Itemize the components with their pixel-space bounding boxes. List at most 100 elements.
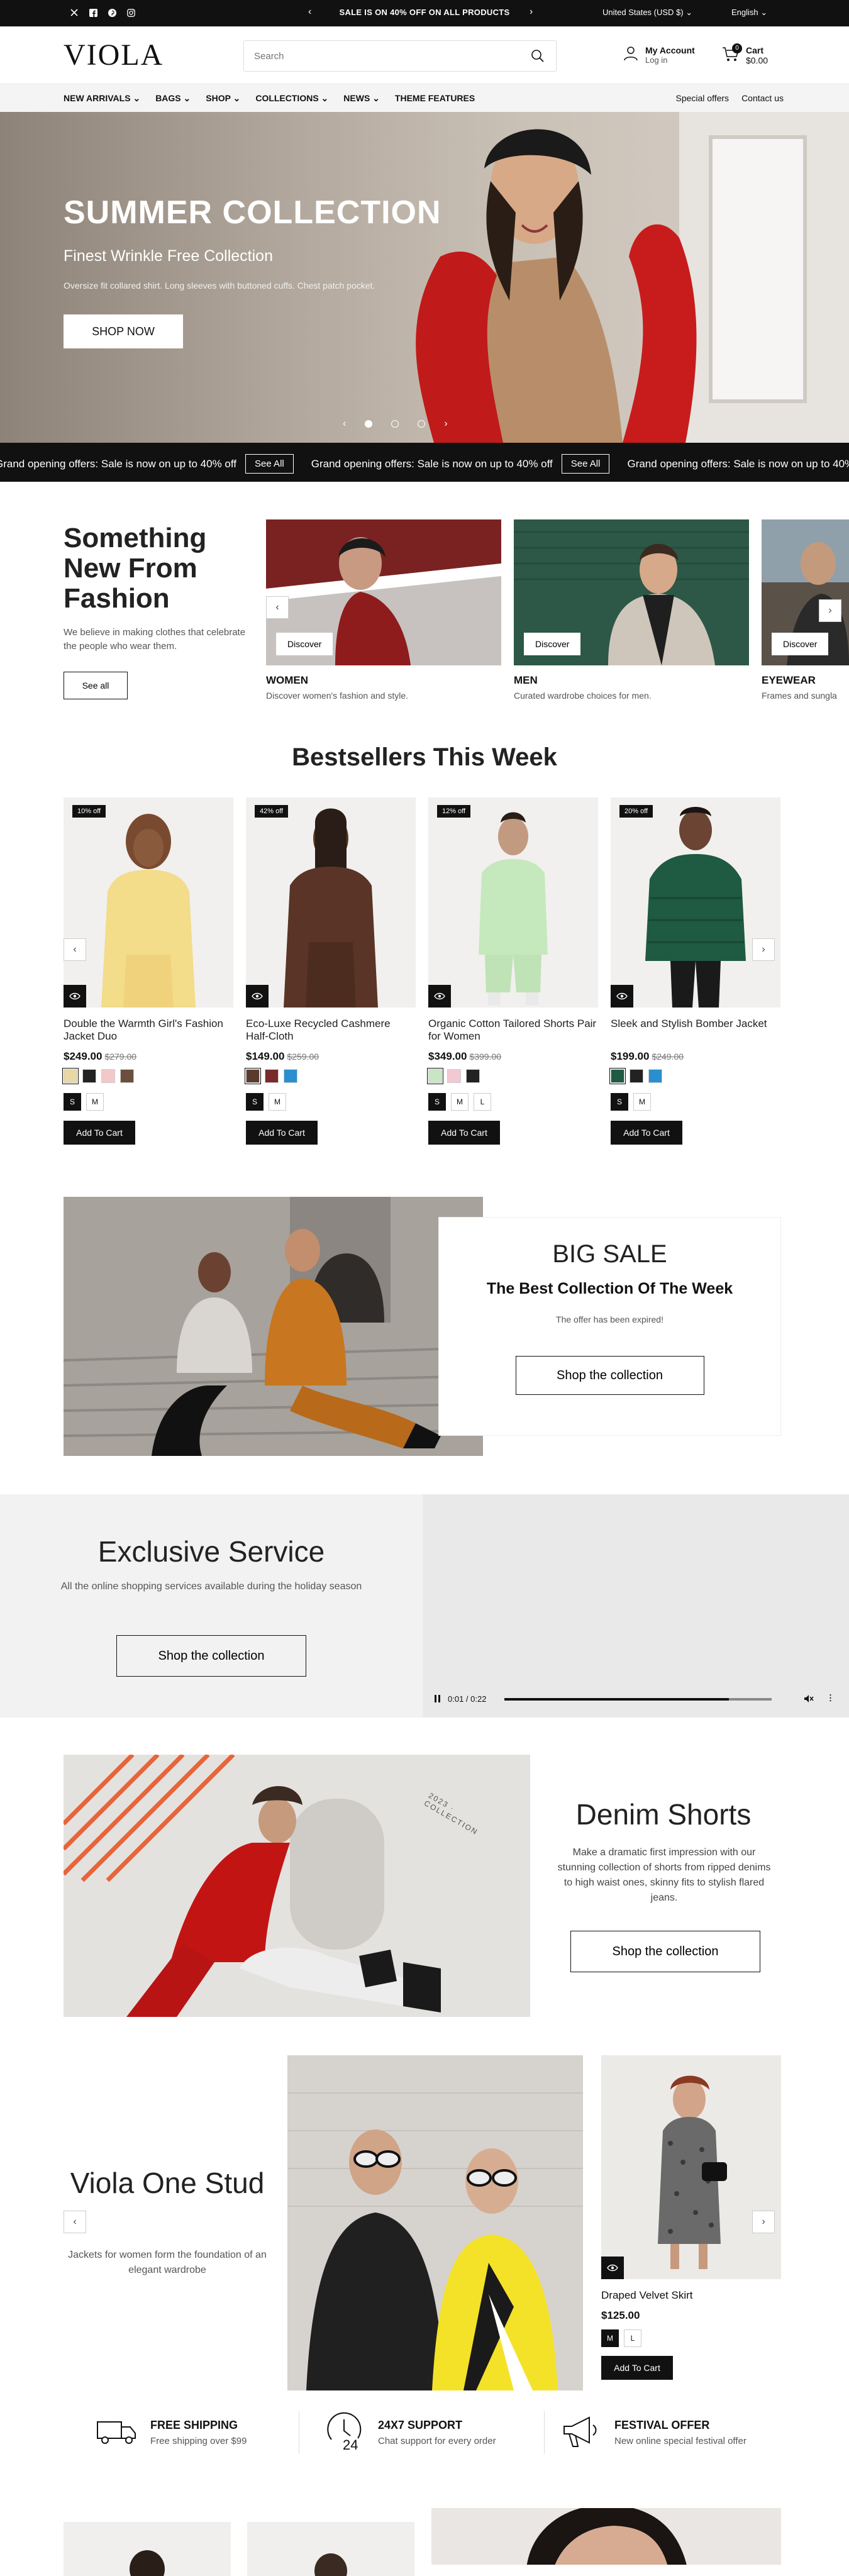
size-option[interactable]: S: [611, 1093, 628, 1111]
add-to-cart-button[interactable]: Add To Cart: [611, 1121, 682, 1145]
color-swatch[interactable]: [265, 1069, 279, 1083]
product-name[interactable]: Sleek and Stylish Bomber Jacket: [611, 1018, 780, 1044]
quick-view-icon[interactable]: [64, 985, 86, 1008]
color-swatch[interactable]: [447, 1069, 461, 1083]
size-option[interactable]: S: [64, 1093, 81, 1111]
size-option[interactable]: M: [269, 1093, 286, 1111]
instagram-icon[interactable]: [126, 8, 136, 18]
facebook-icon[interactable]: [88, 8, 98, 18]
nav-special-offers[interactable]: Special offers: [675, 93, 729, 103]
add-to-cart-button[interactable]: Add To Cart: [246, 1121, 318, 1145]
nav-item-bags[interactable]: BAGS ⌄: [155, 93, 191, 104]
color-swatch[interactable]: [284, 1069, 297, 1083]
promo-prev-icon[interactable]: ‹: [308, 6, 311, 18]
size-option[interactable]: M: [451, 1093, 469, 1111]
size-option[interactable]: M: [86, 1093, 104, 1111]
nav-item-news[interactable]: NEWS ⌄: [343, 93, 380, 104]
account-link[interactable]: My Account Log in: [623, 45, 695, 65]
add-to-cart-button[interactable]: Add To Cart: [428, 1121, 500, 1145]
language-selector[interactable]: English ⌄: [731, 8, 767, 18]
slider-dot[interactable]: [365, 420, 373, 428]
search-input[interactable]: [244, 41, 508, 71]
shop-collection-button[interactable]: Shop the collection: [570, 1931, 760, 1972]
product-card[interactable]: 12% off Organic Cotton Tailored Shorts P…: [427, 797, 598, 1145]
product-name[interactable]: Double the Warmth Girl's Fashion Jacket …: [64, 1018, 233, 1044]
color-swatch[interactable]: [630, 1069, 643, 1083]
category-card-men[interactable]: Discover MEN Curated wardrobe choices fo…: [514, 519, 749, 701]
product-name[interactable]: Organic Cotton Tailored Shorts Pair for …: [428, 1018, 598, 1044]
search-icon[interactable]: [531, 49, 545, 66]
discover-button[interactable]: Discover: [276, 633, 333, 655]
product-image[interactable]: 10% off: [64, 797, 233, 1008]
product-image[interactable]: [601, 2055, 781, 2279]
size-option[interactable]: L: [474, 1093, 491, 1111]
quick-view-icon[interactable]: [611, 985, 633, 1008]
color-swatch[interactable]: [101, 1069, 115, 1083]
slider-prev-icon[interactable]: ‹: [343, 418, 346, 430]
product-name[interactable]: Eco-Luxe Recycled Cashmere Half-Cloth: [246, 1018, 416, 1044]
product-image[interactable]: 12% off: [428, 797, 598, 1008]
mute-icon[interactable]: [804, 1694, 814, 1705]
product-card[interactable]: 42% off Eco-Luxe Recycled Cashmere Half-…: [245, 797, 416, 1145]
quick-view-icon[interactable]: [601, 2257, 624, 2279]
video-progress[interactable]: [504, 1698, 772, 1701]
pinterest-icon[interactable]: [107, 8, 117, 18]
color-swatch[interactable]: [466, 1069, 480, 1083]
nav-contact-us[interactable]: Contact us: [741, 93, 784, 103]
size-option[interactable]: S: [428, 1093, 446, 1111]
size-option[interactable]: M: [633, 1093, 651, 1111]
product-image[interactable]: [247, 2522, 414, 2576]
quick-view-icon[interactable]: [428, 985, 451, 1008]
slider-next-icon[interactable]: ›: [444, 418, 447, 430]
nav-item-collections[interactable]: COLLECTIONS ⌄: [255, 93, 328, 104]
pause-icon[interactable]: [434, 1694, 441, 1705]
logo[interactable]: VIOLA: [64, 38, 164, 72]
x-icon[interactable]: [69, 8, 79, 18]
size-option[interactable]: M: [601, 2329, 619, 2347]
slider-dot[interactable]: [391, 420, 399, 428]
promo-next-icon[interactable]: ›: [530, 6, 533, 18]
size-option[interactable]: L: [624, 2329, 641, 2347]
viola-next-icon[interactable]: ›: [752, 2211, 775, 2233]
size-option[interactable]: S: [246, 1093, 264, 1111]
product-image[interactable]: 42% off: [246, 797, 416, 1008]
category-next-icon[interactable]: ›: [819, 599, 841, 622]
add-to-cart-button[interactable]: Add To Cart: [64, 1121, 135, 1145]
category-prev-icon[interactable]: ‹: [266, 596, 289, 619]
color-swatch[interactable]: [648, 1069, 662, 1083]
nav-item-new-arrivals[interactable]: NEW ARRIVALS ⌄: [64, 93, 140, 104]
viola-prev-icon[interactable]: ‹: [64, 2211, 86, 2233]
product-image[interactable]: [64, 2522, 231, 2576]
product-name[interactable]: Draped Velvet Skirt: [601, 2289, 781, 2302]
see-all-button[interactable]: See All: [561, 454, 610, 474]
add-to-cart-button[interactable]: Add To Cart: [601, 2356, 673, 2380]
see-all-button[interactable]: See all: [64, 672, 128, 699]
discover-button[interactable]: Discover: [524, 633, 581, 655]
color-swatch[interactable]: [120, 1069, 134, 1083]
nav-item-theme-features[interactable]: THEME FEATURES: [395, 93, 475, 104]
video-player[interactable]: [423, 1494, 849, 1718]
product-image[interactable]: 20% off: [611, 797, 780, 1008]
color-swatch[interactable]: [245, 1068, 261, 1084]
more-options-icon[interactable]: ⋮: [826, 1693, 835, 1703]
category-card-women[interactable]: Discover WOMEN Discover women's fashion …: [266, 519, 501, 701]
shop-collection-button[interactable]: Shop the collection: [515, 1356, 704, 1395]
quick-view-icon[interactable]: [246, 985, 269, 1008]
product-card[interactable]: 20% off Sleek and Stylish Bomber Jacket …: [609, 797, 780, 1145]
color-swatch[interactable]: [427, 1068, 443, 1084]
product-card[interactable]: 10% off Double the Warmth Girl's Fashion…: [62, 797, 233, 1145]
discover-button[interactable]: Discover: [772, 633, 829, 655]
products-next-icon[interactable]: ›: [752, 938, 775, 961]
login-link[interactable]: Log in: [645, 55, 695, 65]
color-swatch[interactable]: [609, 1068, 626, 1084]
slider-dot[interactable]: [418, 420, 426, 428]
color-swatch[interactable]: [82, 1069, 96, 1083]
shop-collection-button[interactable]: Shop the collection: [116, 1635, 306, 1677]
currency-selector[interactable]: United States (USD $) ⌄: [602, 8, 692, 18]
shop-now-button[interactable]: SHOP NOW: [64, 314, 183, 348]
color-swatch[interactable]: [62, 1068, 79, 1084]
nav-item-shop[interactable]: SHOP ⌄: [206, 93, 240, 104]
products-prev-icon[interactable]: ‹: [64, 938, 86, 961]
cart-link[interactable]: 0 Cart $0.00: [722, 43, 768, 65]
see-all-button[interactable]: See All: [245, 454, 294, 474]
